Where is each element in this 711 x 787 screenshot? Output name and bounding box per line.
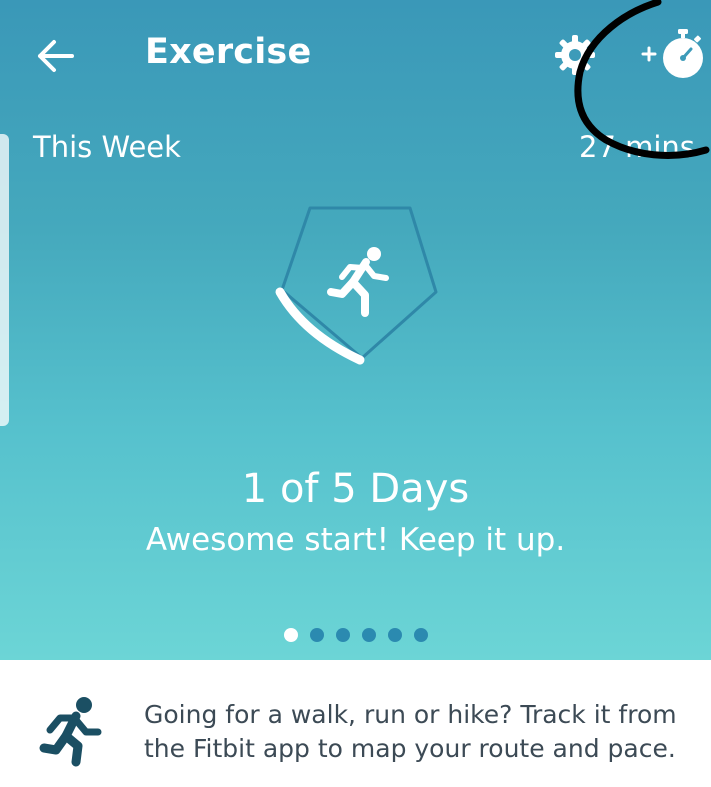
add-exercise-timer-button[interactable] bbox=[638, 27, 706, 81]
goal-progress-arc bbox=[275, 287, 365, 365]
app-header: Exercise bbox=[0, 0, 711, 110]
page-dot[interactable] bbox=[283, 628, 298, 642]
add-stopwatch-icon bbox=[641, 29, 703, 78]
week-label: This Week bbox=[33, 130, 181, 164]
page-dot[interactable] bbox=[309, 628, 324, 642]
arrow-left-icon bbox=[38, 40, 74, 72]
week-total-minutes: 27 mins bbox=[579, 130, 695, 164]
days-progress-text: 1 of 5 Days bbox=[241, 466, 470, 512]
tip-message: Going for a walk, run or hike? Track it … bbox=[144, 700, 677, 763]
side-scroll-handle[interactable] bbox=[0, 134, 9, 426]
page-title: Exercise bbox=[145, 32, 312, 72]
exercise-goal-badge bbox=[270, 200, 450, 380]
exercise-screen: Exercise This Week 27 mins 1 of 5 Days A… bbox=[0, 0, 711, 787]
weekly-summary-panel[interactable]: Exercise This Week 27 mins 1 of 5 Days A… bbox=[0, 0, 711, 660]
page-dot[interactable] bbox=[413, 628, 428, 642]
page-dot[interactable] bbox=[335, 628, 350, 642]
back-button[interactable] bbox=[32, 34, 78, 78]
page-dot[interactable] bbox=[361, 628, 376, 642]
page-dot[interactable] bbox=[387, 628, 402, 642]
settings-button[interactable] bbox=[553, 33, 597, 77]
page-indicator bbox=[0, 628, 711, 646]
encouragement-message: Awesome start! Keep it up. bbox=[145, 522, 566, 558]
runner-icon bbox=[38, 696, 104, 768]
gear-icon bbox=[555, 35, 595, 75]
running-figure-icon bbox=[327, 247, 389, 317]
